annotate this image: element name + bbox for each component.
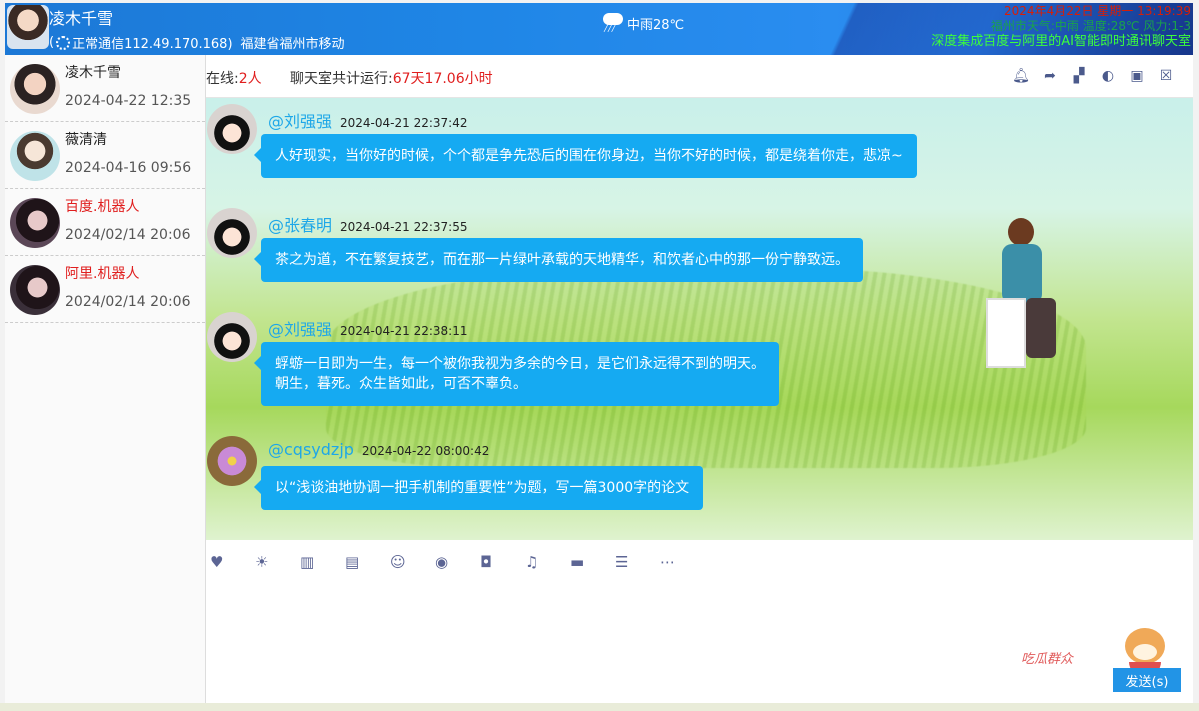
contact-time: 2024/02/14 20:06 bbox=[65, 227, 191, 243]
folder-icon[interactable]: ▬ bbox=[568, 553, 613, 571]
weather-detail: 福州市天气:中雨 温度:28℃ 风力:1-3 bbox=[990, 19, 1191, 33]
online-value: 2人 bbox=[238, 71, 262, 87]
message-header: @刘强强 2024-04-21 22:37:42 bbox=[268, 108, 467, 132]
message-avatar[interactable] bbox=[207, 208, 257, 258]
contact-item[interactable]: 阿里.机器人 2024/02/14 20:06 bbox=[5, 256, 205, 323]
contact-avatar bbox=[10, 64, 60, 114]
sticker-text: 吃瓜群众 bbox=[1021, 652, 1074, 667]
message-user[interactable]: @张春明 bbox=[268, 216, 332, 235]
contact-avatar bbox=[10, 265, 60, 315]
message-avatar[interactable] bbox=[207, 104, 257, 154]
contact-avatar bbox=[10, 198, 60, 248]
status-text: 正常通信112.49.170.168) bbox=[72, 37, 233, 52]
chat-area[interactable]: @刘强强 2024-04-21 22:37:42 人好现实，当你好的时候，个个都是… bbox=[206, 98, 1193, 540]
contact-name: 薇清清 bbox=[65, 132, 107, 148]
weather-text: 中雨28℃ bbox=[627, 17, 685, 33]
message-bubble: 以“浅谈油地协调一把手机制的重要性”为题，写一篇3000字的论文 bbox=[253, 466, 704, 510]
bell-icon[interactable]: 🔔︎ bbox=[1012, 67, 1030, 85]
chat-topbar: 在线:2人 聊天室共计运行:67天17.06小时 🔔︎ ➦ ▞ ◐ ▣ ☒ bbox=[206, 55, 1193, 98]
contact-avatar bbox=[10, 131, 60, 181]
id-card-icon[interactable]: ▤ bbox=[343, 553, 388, 571]
status-paren: ( bbox=[49, 35, 55, 50]
bottom-strip bbox=[0, 703, 1199, 711]
composer: 吃瓜群众 发送(s) bbox=[206, 584, 1193, 703]
map-icon[interactable]: ▥ bbox=[298, 553, 343, 571]
message-bubble: 茶之为道，不在繁复技艺，而在那一片绿叶承载的天地精华，和饮者心中的那一份宁静致远… bbox=[254, 238, 863, 282]
online-count: 在线:2人 bbox=[206, 68, 262, 88]
message-header: @张春明 2024-04-21 22:37:55 bbox=[268, 212, 467, 236]
contact-sidebar: 凌木千雪 2024-04-22 12:35 薇清清 2024-04-16 09:… bbox=[5, 55, 206, 703]
send-button[interactable]: 发送(s) bbox=[1113, 668, 1181, 692]
user-name: 凌木千雪 bbox=[49, 9, 114, 28]
message-time: 2024-04-21 22:38:11 bbox=[340, 324, 468, 338]
share-icon[interactable]: ➦ bbox=[1041, 67, 1059, 85]
contact-time: 2024-04-16 09:56 bbox=[65, 160, 192, 176]
message-user[interactable]: @刘强强 bbox=[268, 320, 332, 339]
location-text: 福建省福州市移动 bbox=[240, 37, 345, 52]
message-time: 2024-04-22 08:00:42 bbox=[361, 444, 490, 458]
trash-icon[interactable]: ☒ bbox=[1157, 67, 1175, 85]
message-header: @刘强强 2024-04-21 22:38:11 bbox=[268, 316, 467, 340]
topbar-actions: 🔔︎ ➦ ▞ ◐ ▣ ☒ bbox=[1012, 67, 1175, 85]
message-line: 朝生，暮死。众生皆如此，可否不辜负。 bbox=[275, 376, 527, 392]
message-header: @cqsydzjp 2024-04-22 08:00:42 bbox=[268, 440, 489, 459]
message-bubble: 蜉蝣一日即为一生，每一个被你我视为多余的今日，是它们永远得不到的明天。 朝生，暮… bbox=[254, 342, 779, 406]
message-time: 2024-04-21 22:37:55 bbox=[340, 220, 468, 234]
contact-time: 2024-04-22 12:35 bbox=[65, 93, 192, 109]
contact-time: 2024/02/14 20:06 bbox=[65, 294, 191, 310]
loading-icon bbox=[56, 35, 71, 50]
uptime-value: 67天17.06小时 bbox=[392, 71, 493, 87]
weather-widget: 中雨28℃ bbox=[601, 11, 684, 35]
composer-toolbar: ♥ ☀ ▥ ▤ ☺ ◉ ◘ ♫ ▬ ☰ ⋯ bbox=[206, 540, 1193, 584]
uptime-label: 聊天室共计运行: bbox=[290, 71, 393, 87]
smile-icon[interactable]: ☺ bbox=[388, 553, 433, 571]
ai-banner: 深度集成百度与阿里的AI智能即时通讯聊天室 bbox=[931, 34, 1191, 49]
contact-name: 凌木千雪 bbox=[65, 65, 121, 81]
rain-cloud-icon bbox=[601, 11, 625, 35]
contact-item[interactable]: 凌木千雪 2024-04-22 12:35 bbox=[5, 55, 205, 122]
datetime-text: 2024年4月22日 星期一 13:19:39 bbox=[1004, 4, 1191, 18]
message-user[interactable]: @刘强强 bbox=[268, 112, 332, 131]
chess-icon[interactable]: ▞ bbox=[1070, 67, 1088, 85]
rss-icon[interactable]: ▣ bbox=[1128, 67, 1146, 85]
online-label: 在线: bbox=[206, 71, 239, 87]
uptime: 聊天室共计运行:67天17.06小时 bbox=[290, 68, 493, 88]
user-avatar[interactable] bbox=[7, 5, 49, 49]
connection-status: ( 正常通信112.49.170.168) 福建省福州市移动 bbox=[49, 33, 345, 52]
music-icon[interactable]: ♫ bbox=[523, 553, 568, 571]
message-line: 蜉蝣一日即为一生，每一个被你我视为多余的今日，是它们永远得不到的明天。 bbox=[275, 356, 765, 372]
message-avatar[interactable] bbox=[207, 312, 257, 362]
contact-item[interactable]: 薇清清 2024-04-16 09:56 bbox=[5, 122, 205, 189]
background-figure bbox=[986, 218, 1076, 368]
sun-icon[interactable]: ☀ bbox=[253, 553, 298, 571]
app-header: 凌木千雪 ( 正常通信112.49.170.168) 福建省福州市移动 中雨28… bbox=[5, 3, 1193, 55]
user-circle-icon[interactable]: ◉ bbox=[433, 553, 478, 571]
heart-icon[interactable]: ♥ bbox=[208, 553, 253, 571]
message-user[interactable]: @cqsydzjp bbox=[268, 440, 354, 459]
contact-name: 阿里.机器人 bbox=[65, 266, 140, 282]
more-icon[interactable]: ⋯ bbox=[658, 553, 703, 571]
message-time: 2024-04-21 22:37:42 bbox=[340, 116, 468, 130]
contact-item[interactable]: 百度.机器人 2024/02/14 20:06 bbox=[5, 189, 205, 256]
toggle-icon[interactable]: ◐ bbox=[1099, 67, 1117, 85]
message-bubble: 人好现实，当你好的时候，个个都是争先恐后的围在你身边，当你不好的时候，都是绕着你… bbox=[254, 134, 917, 178]
server-icon[interactable]: ☰ bbox=[613, 553, 658, 571]
message-avatar[interactable] bbox=[207, 436, 257, 486]
message-input[interactable] bbox=[206, 584, 996, 703]
header-info: 2024年4月22日 星期一 13:19:39 福州市天气:中雨 温度:28℃ … bbox=[931, 4, 1191, 49]
camera-icon[interactable]: ◘ bbox=[478, 553, 523, 571]
contact-name: 百度.机器人 bbox=[65, 199, 140, 215]
